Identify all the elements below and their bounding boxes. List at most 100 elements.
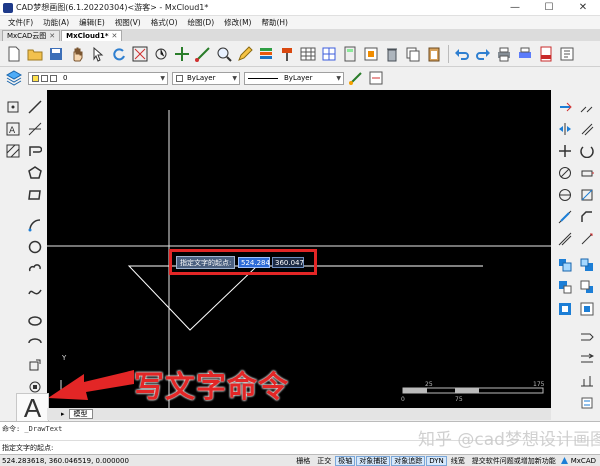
menu-draw[interactable]: 绘图(D) xyxy=(188,17,215,28)
scale-button[interactable] xyxy=(556,164,574,182)
close-button[interactable]: ✕ xyxy=(566,0,600,16)
offset-button[interactable] xyxy=(578,120,596,138)
tab-close-icon[interactable]: ✕ xyxy=(49,32,55,40)
linetype-dropdown[interactable]: ByLayer ▼ xyxy=(244,71,344,85)
layer-dropdown[interactable]: 0 ▼ xyxy=(28,71,168,85)
chamfer-button[interactable] xyxy=(578,208,596,226)
triangle-entity[interactable] xyxy=(127,265,259,331)
join-button[interactable] xyxy=(578,328,596,346)
export-pdf-button[interactable] xyxy=(536,44,556,64)
select-button[interactable] xyxy=(88,44,108,64)
dim-front-button[interactable] xyxy=(578,300,596,318)
undo-button[interactable] xyxy=(452,44,472,64)
text-front-button[interactable] xyxy=(556,300,574,318)
break-button[interactable] xyxy=(556,208,574,226)
zoom-button[interactable] xyxy=(214,44,234,64)
layers-stack-icon[interactable] xyxy=(6,70,22,86)
table-button[interactable] xyxy=(298,44,318,64)
regen-button[interactable] xyxy=(151,44,171,64)
spline-button[interactable] xyxy=(26,282,44,300)
ellipse-button[interactable] xyxy=(26,312,44,330)
print-button[interactable] xyxy=(494,44,514,64)
explode-button[interactable] xyxy=(578,230,596,248)
toggle-otrack[interactable]: 对象追踪 xyxy=(391,455,426,466)
fillet-button[interactable] xyxy=(556,230,574,248)
draw-order-back-button[interactable] xyxy=(578,256,596,274)
print-preview-button[interactable] xyxy=(515,44,535,64)
line-button[interactable] xyxy=(26,98,44,116)
draw-order-above-button[interactable] xyxy=(556,278,574,296)
toggle-lineweight[interactable]: 线宽 xyxy=(448,456,468,466)
toggle-ortho[interactable]: 正交 xyxy=(314,456,334,466)
text-tool-button[interactable]: A xyxy=(16,393,49,423)
copy-object-button[interactable] xyxy=(578,98,596,116)
mirror-button[interactable] xyxy=(556,120,574,138)
dynamic-y-input[interactable]: 360.047 xyxy=(272,257,304,268)
toggle-polar[interactable]: 极轴 xyxy=(335,455,356,466)
redo-button[interactable] xyxy=(473,44,493,64)
dynamic-x-input[interactable]: 524.284 xyxy=(238,257,270,268)
stretch-button[interactable] xyxy=(578,164,596,182)
toggle-dyn[interactable]: DYN xyxy=(426,455,447,466)
menu-edit[interactable]: 编辑(E) xyxy=(79,17,105,28)
rectangle-button[interactable] xyxy=(26,186,44,204)
mtext-button[interactable]: A xyxy=(4,120,22,138)
menu-modify[interactable]: 修改(M) xyxy=(224,17,251,28)
move-object-button[interactable] xyxy=(556,142,574,160)
feedback-link[interactable]: 提交软件问题或增加新功能 xyxy=(469,456,559,466)
rotate-button[interactable] xyxy=(578,142,596,160)
circle-button[interactable] xyxy=(26,238,44,256)
open-file-button[interactable] xyxy=(25,44,45,64)
help-button[interactable] xyxy=(557,44,577,64)
pan-button[interactable] xyxy=(67,44,87,64)
divide-button[interactable] xyxy=(578,350,596,368)
tab-nav-icon[interactable]: ▸ xyxy=(61,410,65,418)
undo-redo-button[interactable] xyxy=(109,44,129,64)
menu-help[interactable]: 帮助(H) xyxy=(261,17,288,28)
measure-button[interactable] xyxy=(578,372,596,390)
polyline-button[interactable] xyxy=(26,142,44,160)
paste-button[interactable] xyxy=(424,44,444,64)
layer-manager-button[interactable] xyxy=(256,44,276,64)
draw-order-under-button[interactable] xyxy=(578,278,596,296)
trim-button[interactable] xyxy=(556,186,574,204)
save-button[interactable] xyxy=(46,44,66,64)
tab-close-icon[interactable]: ✕ xyxy=(111,32,117,40)
toggle-osnap[interactable]: 对象捕捉 xyxy=(356,455,391,466)
block-button[interactable] xyxy=(361,44,381,64)
revcloud-button[interactable] xyxy=(26,260,44,278)
move-button[interactable] xyxy=(172,44,192,64)
calculator-button[interactable] xyxy=(340,44,360,64)
copy-button[interactable] xyxy=(403,44,423,64)
tab-mxcloud1[interactable]: MxCloud1* ✕ xyxy=(61,30,123,41)
menu-format[interactable]: 格式(O) xyxy=(151,17,178,28)
command-input[interactable]: 指定文字的起点: xyxy=(2,443,53,453)
menu-file[interactable]: 文件(F) xyxy=(8,17,33,28)
menu-function[interactable]: 功能(A) xyxy=(43,17,69,28)
layer-match-icon[interactable] xyxy=(368,70,384,86)
pen-button[interactable] xyxy=(235,44,255,64)
point-button[interactable] xyxy=(4,98,22,116)
draw-order-front-button[interactable] xyxy=(556,256,574,274)
hatch-button[interactable] xyxy=(4,142,22,160)
xline-button[interactable] xyxy=(26,120,44,138)
distance-button[interactable] xyxy=(193,44,213,64)
insert-block-button[interactable] xyxy=(26,356,44,374)
match-props-button[interactable] xyxy=(277,44,297,64)
properties-button[interactable] xyxy=(319,44,339,64)
tab-cloud[interactable]: MxCAD云图 ✕ xyxy=(2,30,61,41)
menu-view[interactable]: 视图(V) xyxy=(115,17,141,28)
zoom-extents-button[interactable] xyxy=(130,44,150,64)
tab-model[interactable]: 模型 xyxy=(68,409,93,419)
new-file-button[interactable] xyxy=(4,44,24,64)
layer-tool-icon[interactable] xyxy=(348,70,364,86)
toggle-grid[interactable]: 栅格 xyxy=(293,456,313,466)
maximize-button[interactable]: ☐ xyxy=(532,0,566,16)
align-button[interactable] xyxy=(578,394,596,412)
ellipse-arc-button[interactable] xyxy=(26,334,44,352)
minimize-button[interactable]: — xyxy=(498,0,532,16)
color-dropdown[interactable]: ByLayer ▼ xyxy=(172,71,240,85)
arc-button[interactable] xyxy=(26,216,44,234)
erase-button[interactable] xyxy=(556,98,574,116)
extend-button[interactable] xyxy=(578,186,596,204)
